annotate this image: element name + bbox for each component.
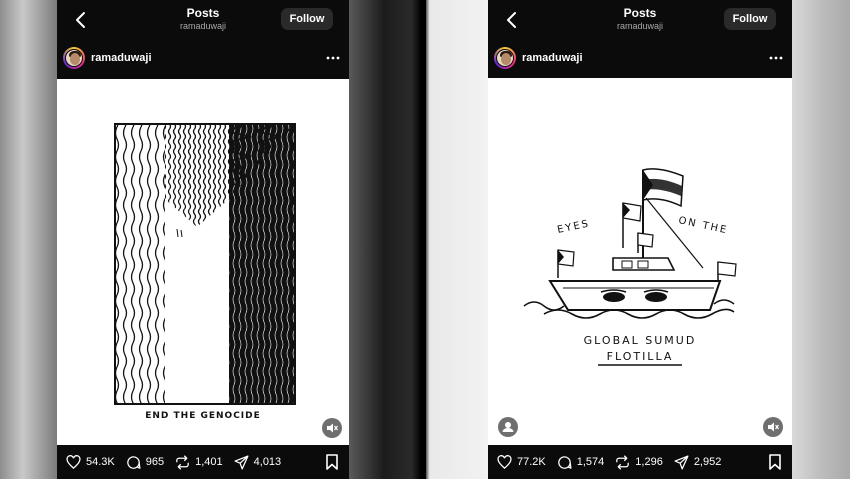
mute-icon <box>327 423 338 433</box>
avatar[interactable] <box>63 47 85 69</box>
comment-action[interactable]: 1,574 <box>556 454 605 471</box>
comment-count: 965 <box>145 456 165 468</box>
illustration-text-global-sumud: GLOBAL SUMUD <box>584 334 697 347</box>
comment-icon <box>557 455 572 469</box>
comment-count: 1,574 <box>576 456 605 468</box>
username[interactable]: ramaduwaji <box>91 52 152 64</box>
comment-icon <box>126 455 141 469</box>
blurred-background-right <box>792 0 850 479</box>
post-media[interactable]: END THE GENOCIDE <box>57 79 349 445</box>
phone-screenshot-left: Posts ramaduwaji Follow ramaduwaji END T… <box>57 0 349 479</box>
tagged-users-button[interactable] <box>498 417 518 437</box>
repost-count: 1,296 <box>635 456 663 468</box>
blurred-background-left <box>0 0 57 479</box>
share-action[interactable]: 4,013 <box>233 454 282 471</box>
share-icon <box>674 454 689 470</box>
mute-icon <box>768 422 779 432</box>
illustration-text-flotilla: FLOTILLA <box>607 350 674 363</box>
follow-button[interactable]: Follow <box>724 8 776 30</box>
comment-action[interactable]: 965 <box>125 454 164 471</box>
share-icon <box>234 454 249 470</box>
user-tag-icon <box>502 422 514 432</box>
phone-screenshot-right: Posts ramaduwaji Follow ramaduwaji EYES … <box>488 0 792 479</box>
repost-icon <box>616 454 630 470</box>
like-action[interactable]: 54.3K <box>65 454 115 471</box>
top-bar: Posts ramaduwaji Follow <box>488 0 792 40</box>
repost-count: 1,401 <box>195 456 223 468</box>
post-author-row: ramaduwaji <box>57 46 349 74</box>
bookmark-icon[interactable] <box>768 454 782 470</box>
repost-action[interactable]: 1,401 <box>174 454 223 471</box>
more-icon[interactable] <box>768 52 784 64</box>
repost-icon <box>176 454 189 470</box>
repost-action[interactable]: 1,296 <box>614 454 663 471</box>
mute-button[interactable] <box>322 418 342 438</box>
like-action[interactable]: 77.2K <box>496 454 546 471</box>
avatar[interactable] <box>494 47 516 69</box>
palestine-flag-illustration <box>114 123 296 405</box>
post-author-row: ramaduwaji <box>488 46 792 74</box>
post-media[interactable]: EYES ON THE GLOBAL SUMUD FLOTILLA <box>488 78 792 445</box>
more-icon[interactable] <box>325 52 341 64</box>
top-bar: Posts ramaduwaji Follow <box>57 0 349 40</box>
blurred-background-middle <box>349 0 488 479</box>
username[interactable]: ramaduwaji <box>522 52 583 64</box>
post-actions: 77.2K 1,574 1,296 2,952 <box>488 448 792 476</box>
follow-button[interactable]: Follow <box>281 8 333 30</box>
share-count: 2,952 <box>693 456 722 468</box>
flotilla-boat-illustration: EYES ON THE GLOBAL SUMUD FLOTILLA <box>523 168 737 366</box>
heart-icon <box>497 454 512 469</box>
heart-icon <box>66 454 81 469</box>
illustration-text-on-the: ON THE <box>677 215 729 236</box>
mute-button[interactable] <box>763 417 783 437</box>
like-count: 77.2K <box>517 456 546 468</box>
illustration-text-eyes: EYES <box>556 218 591 236</box>
like-count: 54.3K <box>86 456 115 468</box>
post-caption-text: END THE GENOCIDE <box>145 411 261 421</box>
bookmark-icon[interactable] <box>325 454 339 470</box>
share-action[interactable]: 2,952 <box>673 454 722 471</box>
panel-divider <box>420 0 426 479</box>
share-count: 4,013 <box>253 456 282 468</box>
post-actions: 54.3K 965 1,401 4,013 <box>57 448 349 476</box>
